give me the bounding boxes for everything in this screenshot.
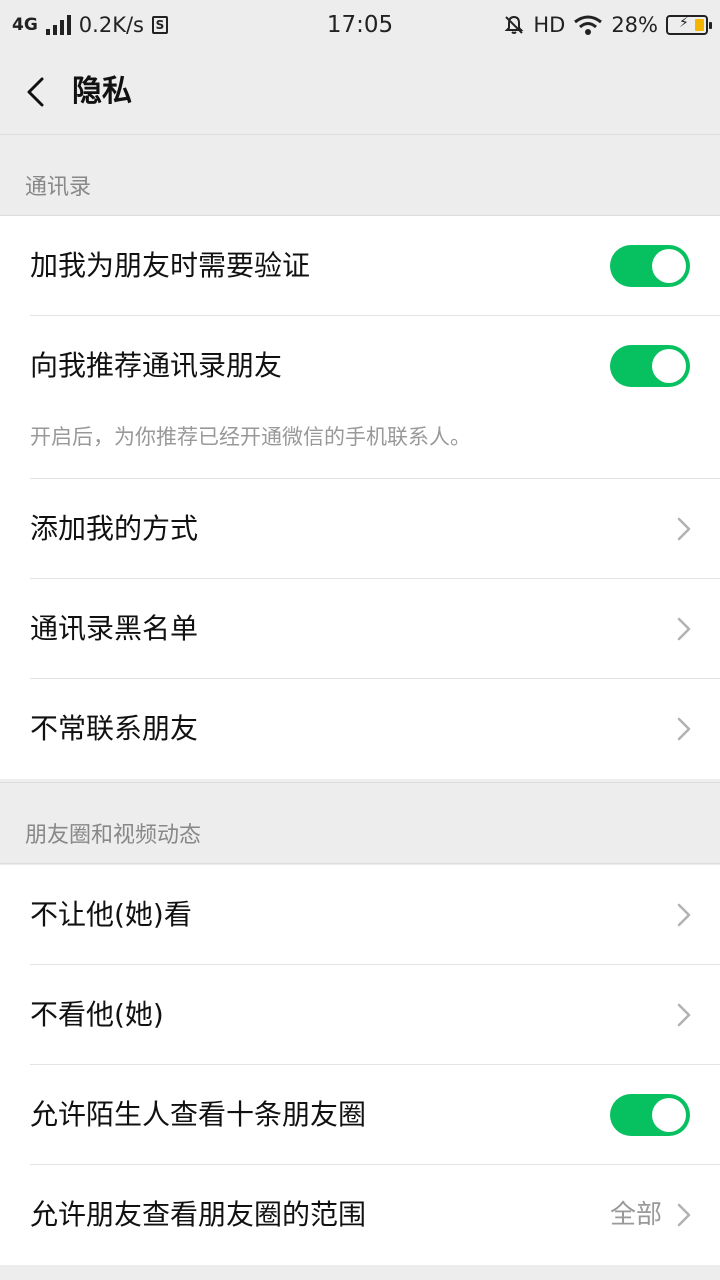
charging-bolt-icon: ⚡	[679, 15, 689, 31]
row-add-me-methods[interactable]: 添加我的方式	[0, 479, 720, 579]
row-label: 不看他(她)	[30, 998, 164, 1031]
nav-bar: 隐私	[0, 50, 720, 135]
row-recommend-contacts: 向我推荐通讯录朋友 开启后，为你推荐已经开通微信的手机联系人。	[0, 316, 720, 479]
chevron-right-icon	[677, 1203, 691, 1227]
chevron-right-icon	[677, 903, 691, 927]
back-arrow-icon	[27, 77, 44, 107]
page-title: 隐私	[72, 74, 132, 109]
battery-percent: 28%	[611, 13, 658, 37]
chevron-right-icon	[677, 517, 691, 541]
chevron-right-icon	[677, 717, 691, 741]
row-label: 向我推荐通讯录朋友	[30, 349, 283, 382]
row-hide-my-moments[interactable]: 不让他(她)看	[0, 865, 720, 965]
row-label: 允许陌生人查看十条朋友圈	[30, 1098, 367, 1131]
chevron-right-icon	[677, 617, 691, 641]
row-friend-verification: 加我为朋友时需要验证	[0, 216, 720, 316]
section-header-contacts: 通讯录	[0, 135, 720, 216]
row-label: 不常联系朋友	[30, 712, 199, 745]
row-label: 添加我的方式	[30, 512, 199, 545]
hd-indicator: HD	[533, 13, 566, 37]
row-hide-their-moments[interactable]: 不看他(她)	[0, 965, 720, 1065]
section-header-moments: 朋友圈和视频动态	[0, 782, 720, 864]
row-moments-visible-range[interactable]: 允许朋友查看朋友圈的范围 全部	[0, 1165, 720, 1265]
row-description: 开启后，为你推荐已经开通微信的手机联系人。	[30, 425, 471, 449]
status-bar: 4G 0.2K/s S 17:05 HD 28% ⚡	[0, 0, 720, 50]
chevron-right-icon	[677, 1003, 691, 1027]
wifi-icon	[574, 15, 603, 35]
row-label: 允许朋友查看朋友圈的范围	[30, 1198, 367, 1231]
section-title-contacts: 通讯录	[25, 175, 92, 200]
contacts-list: 加我为朋友时需要验证 向我推荐通讯录朋友 开启后，为你推荐已经开通微信的手机联系…	[0, 216, 720, 779]
row-contacts-blacklist[interactable]: 通讯录黑名单	[0, 579, 720, 679]
row-label: 通讯录黑名单	[30, 612, 199, 645]
recommend-contacts-toggle[interactable]	[610, 345, 690, 387]
row-value: 全部	[609, 1200, 662, 1230]
battery-fill	[695, 19, 704, 31]
row-label: 不让他(她)看	[30, 898, 192, 931]
row-infrequent-friends[interactable]: 不常联系朋友	[0, 679, 720, 779]
mute-bell-icon	[504, 15, 524, 34]
row-label: 加我为朋友时需要验证	[30, 249, 311, 282]
moments-list: 不让他(她)看 不看他(她) 允许陌生人查看十条朋友圈 允许朋友查看朋友圈的范围…	[0, 865, 720, 1265]
stranger-ten-posts-toggle[interactable]	[610, 1094, 690, 1136]
back-button[interactable]	[14, 70, 58, 114]
section-title-moments: 朋友圈和视频动态	[25, 823, 202, 848]
status-right: HD 28% ⚡	[503, 10, 712, 40]
friend-verification-toggle[interactable]	[610, 245, 690, 287]
row-stranger-ten-posts: 允许陌生人查看十条朋友圈	[0, 1065, 720, 1165]
battery-icon: ⚡	[666, 15, 712, 35]
